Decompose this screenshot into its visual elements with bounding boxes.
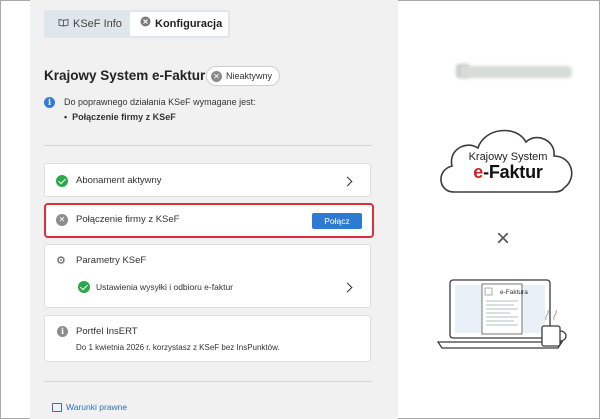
requirements-item: • Połączenie firmy z KSeF: [64, 112, 176, 122]
document-edit-icon: [52, 403, 62, 412]
portfel-label: Portfel InsERT: [76, 326, 138, 337]
legal-terms-link[interactable]: Warunki prawne: [66, 402, 127, 412]
check-circle-icon: [56, 175, 68, 187]
divider: [44, 381, 372, 382]
portfel-card: i Portfel InsERT Do 1 kwietnia 2026 r. k…: [44, 315, 371, 362]
close-circle-icon: ✕: [56, 214, 68, 226]
divider: [44, 145, 372, 146]
multiply-icon: ×: [496, 225, 511, 252]
book-icon: [58, 12, 69, 36]
requirements-info: i Do poprawnego działania KSeF wymagane …: [44, 97, 256, 109]
parameters-item-label: Ustawienia wysyłki i odbioru e-faktur: [96, 282, 233, 292]
laptop-invoice-label: e-Faktura: [500, 289, 528, 296]
check-circle-icon: [78, 281, 90, 293]
cloud-title-e: e: [473, 162, 484, 182]
connection-card: ✕ Połączenie firmy z KSeF Połącz: [44, 203, 374, 238]
status-badge-label: Nieaktywny: [226, 71, 273, 81]
tab-ksef-info-label: KSeF Info: [73, 18, 122, 30]
info-icon: i: [44, 97, 55, 109]
parameters-card: ⚙ Parametry KSeF Ustawienia wysyłki i od…: [44, 244, 371, 308]
tab-konfiguracja-label: Konfiguracja: [155, 18, 223, 30]
status-badge: ✕ Nieaktywny: [206, 66, 281, 86]
chevron-right-icon: [342, 282, 353, 293]
parameters-label: Parametry KSeF: [76, 255, 147, 266]
connection-label: Połączenie firmy z KSeF: [76, 214, 180, 225]
laptop-illustration: [436, 279, 567, 349]
cloud-title-line2: e-Faktur: [456, 162, 560, 183]
parameters-item[interactable]: Ustawienia wysyłki i odbioru e-faktur: [45, 277, 370, 299]
info-icon: i: [57, 326, 68, 337]
gear-icon: ⚙: [56, 255, 66, 267]
connect-button[interactable]: Połącz: [312, 213, 362, 229]
requirements-item-label: Połączenie firmy z KSeF: [72, 112, 176, 122]
chevron-right-icon: [342, 176, 353, 187]
portfel-description: Do 1 kwietnia 2026 r. korzystasz z KSeF …: [76, 343, 280, 352]
cloud-title-rest: -Faktur: [483, 162, 543, 182]
close-circle-icon: [140, 12, 151, 36]
subscription-card[interactable]: Abonament aktywny: [44, 163, 371, 197]
blurred-company-name: [460, 66, 572, 78]
subscription-label: Abonament aktywny: [76, 175, 162, 186]
tab-ksef-info[interactable]: KSeF Info: [48, 12, 128, 36]
close-icon: ✕: [211, 71, 222, 83]
requirements-intro: Do poprawnego działania KSeF wymagane je…: [64, 97, 256, 107]
page-title: Krajowy System e-Faktur: [44, 68, 206, 83]
tab-bar: KSeF Info Konfiguracja: [44, 10, 230, 38]
tab-konfiguracja[interactable]: Konfiguracja: [130, 12, 228, 36]
